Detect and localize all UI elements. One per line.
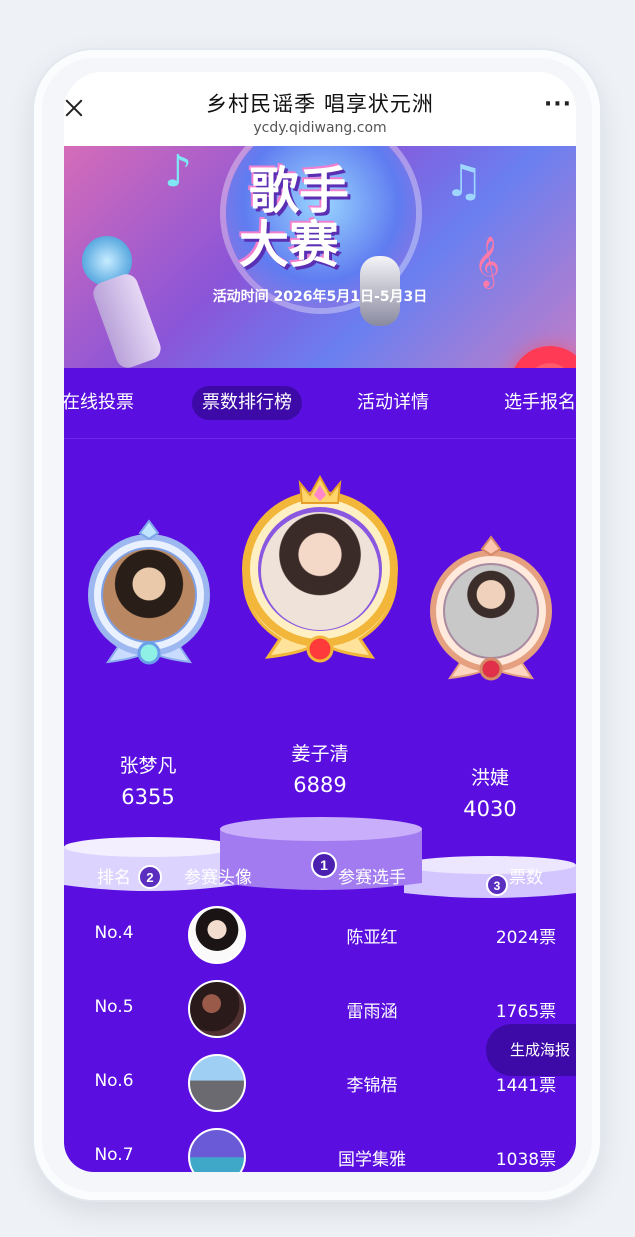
podium-rank2-number: 2 bbox=[146, 870, 153, 885]
treble-clef-icon: 𝄞 bbox=[474, 236, 501, 287]
podium-votes-rank1: 6889 bbox=[293, 773, 347, 797]
avatar-rank2[interactable] bbox=[103, 549, 195, 641]
podium-name-rank2: 张梦凡 bbox=[119, 755, 177, 777]
row-avatar[interactable] bbox=[188, 1128, 246, 1172]
row-votes: 2024票 bbox=[495, 928, 557, 948]
row-rank: No.7 bbox=[94, 1145, 134, 1165]
row-avatar[interactable] bbox=[188, 980, 246, 1038]
row-avatar[interactable] bbox=[188, 906, 246, 964]
header-contestant: 参赛选手 bbox=[338, 868, 406, 888]
tab-bar: 在线投票 票数排行榜 活动详情 选手报名 bbox=[64, 368, 576, 438]
row-name: 国学集雅 bbox=[338, 1150, 406, 1170]
header-rank: 排名 bbox=[97, 868, 131, 888]
page-title: 乡村民谣季 唱享状元洲 bbox=[206, 92, 434, 116]
tab-event-details[interactable]: 活动详情 bbox=[357, 386, 429, 420]
banner-title-line2: 大赛 bbox=[239, 216, 339, 274]
avatar-rank1[interactable] bbox=[261, 512, 379, 630]
avatar-rank3[interactable] bbox=[445, 565, 537, 657]
banner-title: 歌手 大赛 bbox=[239, 162, 349, 272]
row-name: 陈亚红 bbox=[346, 928, 398, 948]
row-name: 李锦梧 bbox=[346, 1076, 398, 1096]
header-avatar: 参赛头像 bbox=[184, 868, 252, 888]
record-icon bbox=[510, 346, 576, 368]
podium-name-rank3: 洪婕 bbox=[470, 767, 509, 789]
top-bar: 乡村民谣季 唱享状元洲 ycdy.qidiwang.com ··· bbox=[64, 72, 576, 146]
row-rank: No.4 bbox=[94, 923, 134, 943]
tab-contestant-signup[interactable]: 选手报名 bbox=[504, 386, 576, 420]
row-votes: 1765票 bbox=[495, 1002, 557, 1022]
music-note-icon: ♪ bbox=[164, 146, 193, 197]
header-votes: 票数 bbox=[509, 868, 543, 888]
generate-poster-button[interactable]: 生成海报 bbox=[486, 1024, 576, 1076]
tab-online-vote[interactable]: 在线投票 bbox=[64, 386, 134, 420]
podium-name-rank1: 姜子清 bbox=[291, 743, 349, 765]
banner-title-line1: 歌手 bbox=[249, 162, 349, 220]
banner-date: 活动时间 2026年5月1日-5月3日 bbox=[212, 289, 428, 305]
podium-stands: 2 1 3 bbox=[64, 817, 576, 898]
row-rank: No.6 bbox=[94, 1071, 134, 1091]
app-screen: 乡村民谣季 唱享状元洲 ycdy.qidiwang.com ··· 歌手 大赛 … bbox=[64, 72, 576, 1172]
more-icon[interactable]: ··· bbox=[544, 94, 572, 116]
event-banner: 歌手 大赛 ♪ ♫ 𝄞 活动时间 2026年5月1日-5月3日 bbox=[64, 146, 576, 368]
row-avatar[interactable] bbox=[188, 1054, 246, 1112]
row-name: 雷雨涵 bbox=[346, 1002, 398, 1022]
ranking-panel: 张梦凡 6355 姜子清 6889 洪婕 4030 2 1 3 排名 参赛头像 … bbox=[64, 439, 576, 1172]
music-note-icon: ♫ bbox=[444, 156, 484, 207]
row-rank: No.5 bbox=[94, 997, 134, 1017]
podium-votes-rank2: 6355 bbox=[121, 785, 175, 809]
page-url: ycdy.qidiwang.com bbox=[253, 120, 387, 136]
row-votes: 1038票 bbox=[495, 1150, 557, 1170]
tab-vote-ranking[interactable]: 票数排行榜 bbox=[192, 386, 302, 420]
